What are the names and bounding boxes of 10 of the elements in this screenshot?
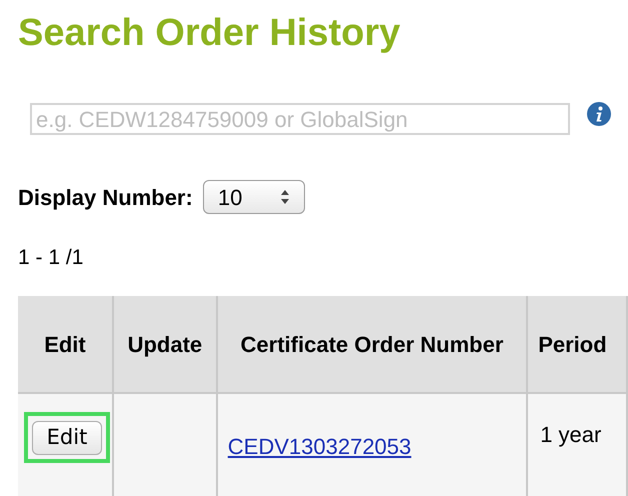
period-text: 1 year (540, 422, 602, 447)
page-title: Search Order History (18, 14, 400, 52)
display-number-label: Display Number: (18, 184, 193, 212)
pagination-text: 1 - 1 /1 (18, 245, 84, 271)
edit-button[interactable]: Edit (32, 420, 102, 454)
info-icon[interactable] (586, 101, 612, 127)
search-field[interactable]: e.g. CEDW1284759009 or GlobalSign (30, 103, 570, 135)
display-number-select[interactable]: 10 (202, 180, 305, 214)
order-number-link[interactable]: CEDV1303272053 (228, 434, 412, 459)
stepper-icon (280, 189, 290, 205)
